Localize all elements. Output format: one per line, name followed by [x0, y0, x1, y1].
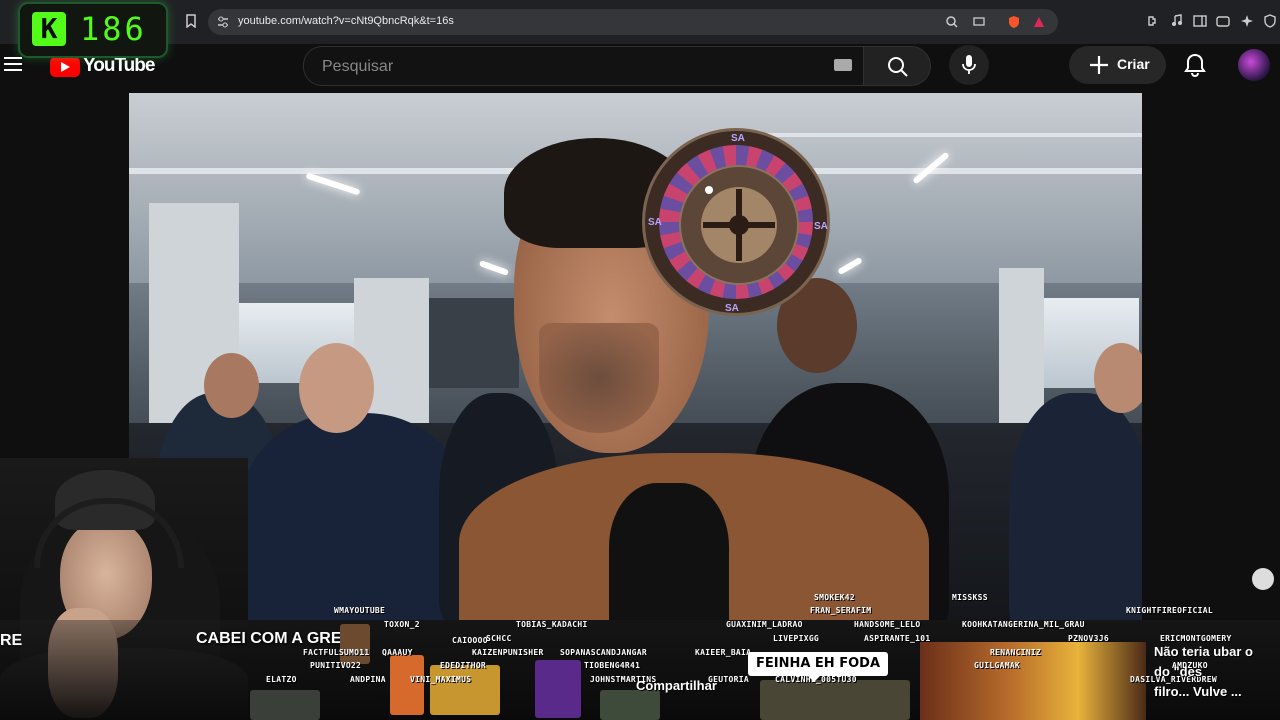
pillar	[999, 268, 1044, 428]
vpn-shield-icon[interactable]	[1263, 14, 1277, 28]
chat-username: LIVEPIXGG	[773, 634, 820, 643]
chat-username: KAIEER_BAIA	[695, 648, 752, 657]
roulette-label: SA	[725, 303, 739, 314]
chat-username: SCHCC	[486, 634, 512, 643]
crowd-head	[299, 343, 374, 433]
plus-icon	[1090, 56, 1108, 74]
avatar[interactable]	[1238, 49, 1270, 81]
chat-sprite	[535, 660, 581, 718]
microphone-icon	[962, 55, 976, 74]
chat-username: RENANCINIZ	[990, 648, 1042, 657]
bookmark-icon[interactable]	[184, 14, 198, 28]
main-subject-shirt	[609, 483, 729, 620]
video-player[interactable]	[129, 93, 1142, 620]
keyboard-icon[interactable]	[834, 59, 852, 71]
zoom-icon[interactable]	[946, 16, 958, 28]
chat-username: HANDSOME_LELO	[854, 620, 921, 629]
chat-username: ANDPINA	[350, 675, 386, 684]
chat-username: TOBIAS_KADACHI	[516, 620, 588, 629]
youtube-logo-icon[interactable]	[50, 57, 80, 77]
chat-username: KNIGHTFIREOFICIAL	[1126, 606, 1213, 615]
main-subject-beard	[539, 323, 659, 433]
menu-icon[interactable]	[4, 57, 22, 71]
search-icon	[888, 57, 908, 77]
url-text: youtube.com/watch?v=cNt9QbncRqk&t=16s	[238, 15, 454, 27]
chat-username: QAAAUY	[382, 648, 413, 657]
viewer-count: 186	[80, 10, 147, 48]
cast-icon[interactable]	[973, 16, 985, 28]
extensions-icon[interactable]	[1146, 14, 1160, 28]
chat-username: ELATZO	[266, 675, 297, 684]
chat-username: FRAN_SERAFIM	[810, 606, 872, 615]
site-settings-icon[interactable]	[217, 16, 229, 28]
chat-username: SMOKEK42	[814, 593, 855, 602]
chat-username: CAIOOOO	[452, 636, 488, 645]
chat-sprite	[250, 690, 320, 720]
chat-username: ASPIRANTE_101	[864, 634, 931, 643]
roulette-label: SA	[731, 133, 745, 144]
leo-ai-icon[interactable]	[1240, 14, 1254, 28]
crowd-head	[1094, 343, 1142, 413]
search-input[interactable]	[320, 55, 804, 79]
chat-username: PZNOV3J6	[1068, 634, 1109, 643]
chat-username: PUNITIVO22	[310, 661, 362, 670]
crowd-person	[239, 413, 469, 620]
overlay-right-text: Não teria ubar o do "des filro... Vulve …	[1154, 642, 1280, 702]
window	[429, 298, 519, 388]
overlay-right-line: filro... Vulve ...	[1154, 684, 1242, 699]
browser-toolbar: youtube.com/watch?v=cNt9QbncRqk&t=16s	[0, 0, 1280, 44]
roulette-wheel: SA SA SA SA	[642, 128, 830, 316]
chat-bubble: FEINHA EH FODA	[748, 652, 888, 682]
brave-shield-icon[interactable]	[1008, 16, 1020, 28]
media-icon[interactable]	[1170, 14, 1184, 28]
ceiling-beam	[729, 133, 1142, 137]
roulette-ball	[705, 186, 713, 194]
youtube-logo-text[interactable]: YouTube	[83, 55, 155, 77]
overlay-right-line: Não teria ubar o	[1154, 644, 1253, 659]
chat-sprite	[760, 680, 910, 720]
create-label: Criar	[1117, 56, 1150, 72]
search-button[interactable]	[863, 46, 931, 86]
search-box[interactable]	[303, 46, 864, 86]
chat-sprite	[430, 665, 500, 715]
chat-username: MISSKSS	[952, 593, 988, 602]
chat-username: GUILGAMAK	[974, 661, 1021, 670]
crowd-head	[204, 353, 259, 418]
chat-username: EDEDITHOR	[440, 661, 487, 670]
address-bar[interactable]: youtube.com/watch?v=cNt9QbncRqk&t=16s	[208, 9, 1058, 35]
chat-sprite	[600, 690, 660, 720]
chat-username: VINI_MAXIMUS	[410, 675, 472, 684]
wallet-icon[interactable]	[1216, 14, 1230, 28]
chat-username: SOPANASCANDJANGAR	[560, 648, 647, 657]
roulette-hub	[729, 215, 749, 235]
chat-username: KOOHKATANGERINA_MIL_GRAU	[962, 620, 1085, 629]
kick-logo: K	[32, 12, 66, 46]
skull-icon	[1252, 568, 1274, 590]
overlay-left-text: RE	[0, 632, 23, 649]
chat-username: TIOBENG4R41	[584, 661, 641, 670]
chat-sprite	[340, 624, 370, 664]
overlay-right-line: do "des	[1154, 664, 1203, 679]
rewards-icon[interactable]	[1033, 16, 1045, 28]
chat-username: GUAXINIM_LADRAO	[726, 620, 803, 629]
chat-username: WMAYOUTUBE	[334, 606, 386, 615]
roulette-label: SA	[648, 217, 662, 228]
share-button[interactable]: Compartilhar	[636, 678, 717, 693]
chat-username: FACTFULSUMO11	[303, 648, 370, 657]
create-button[interactable]: Criar	[1069, 46, 1166, 84]
chat-sprite	[390, 655, 424, 715]
chat-username: TOXON_2	[384, 620, 420, 629]
roulette-label: SA	[814, 221, 828, 232]
sidebar-icon[interactable]	[1193, 14, 1207, 28]
notifications-bell-icon[interactable]	[1182, 52, 1208, 78]
chat-username: KAIZENPUNISHER	[472, 648, 544, 657]
kick-viewer-counter: K 186	[18, 2, 168, 58]
crowd-person	[1009, 393, 1142, 620]
voice-search-button[interactable]	[949, 45, 989, 85]
